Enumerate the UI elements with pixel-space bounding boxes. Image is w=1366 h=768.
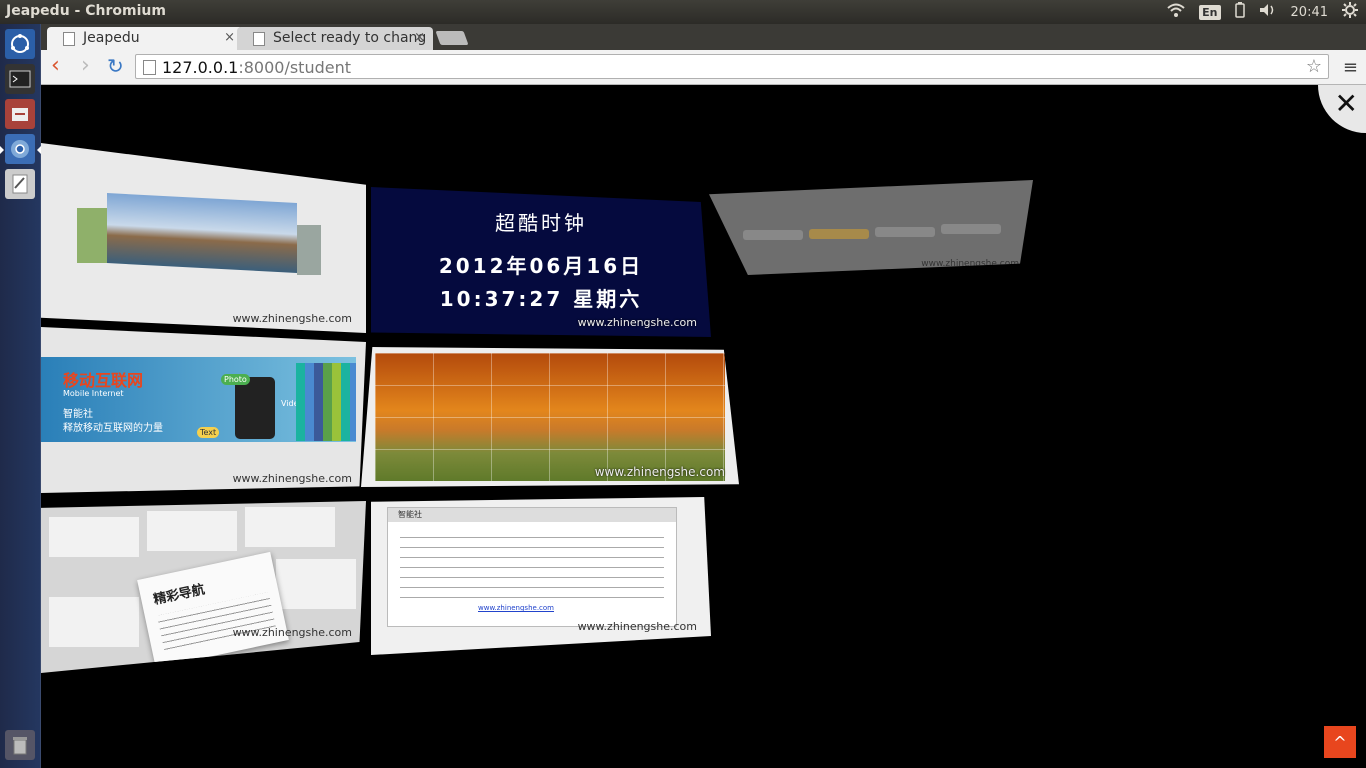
watermark: www.zhinengshe.com [921, 259, 1019, 269]
system-tray: En 20:41 [1167, 2, 1358, 22]
chromium-icon[interactable] [0, 134, 41, 164]
tab-jeapedu[interactable]: Jeapedu × [47, 27, 243, 50]
menu-item [743, 230, 803, 240]
mobile-subtitle: Mobile Internet [63, 389, 124, 398]
info-header: 智能社 [388, 508, 676, 522]
slider-thumb [297, 225, 321, 275]
info-text-lines [400, 528, 664, 606]
page-icon [143, 60, 156, 75]
scroll-to-top-button[interactable]: ^ [1324, 726, 1356, 758]
wifi-icon[interactable] [1167, 3, 1185, 21]
card-autumn-grid[interactable]: www.zhinengshe.com [361, 347, 739, 487]
watermark: www.zhinengshe.com [232, 626, 352, 639]
reload-icon[interactable]: ↻ [107, 55, 124, 77]
page-icon [253, 32, 265, 46]
address-bar[interactable]: 127.0.0.1:8000/student ☆ [135, 54, 1329, 79]
url-path: :8000/student [238, 58, 352, 77]
tab-close-icon[interactable]: × [224, 30, 235, 45]
text-editor-icon[interactable] [5, 169, 35, 199]
browser-toolbar: ‹ › ↻ 127.0.0.1:8000/student ☆ ≡ [41, 50, 1366, 85]
color-stripes [296, 363, 356, 441]
battery-icon[interactable] [1234, 2, 1245, 22]
slider-image [107, 193, 297, 273]
card-menu[interactable]: www.zhinengshe.com [709, 180, 1033, 275]
gallery-3d-stage: ✕ www.zhinengshe.com 超酷时钟 2012年06月16日 10… [41, 85, 1366, 768]
bookmark-star-icon[interactable]: ☆ [1306, 56, 1322, 77]
phone-image [235, 377, 275, 439]
watermark: www.zhinengshe.com [232, 312, 352, 325]
browser-chrome: Jeapedu × Select ready to chang × ‹ › ↻ … [41, 24, 1366, 85]
photo-bubble: Photo [221, 374, 250, 385]
settings-gear-icon[interactable] [1342, 2, 1358, 22]
tab-strip: Jeapedu × Select ready to chang × [41, 24, 1366, 50]
text-bubble: Text [197, 427, 220, 438]
watermark: www.zhinengshe.com [232, 472, 352, 485]
menu-item [875, 227, 935, 237]
volume-icon[interactable] [1259, 3, 1277, 21]
clock-title: 超酷时钟 [495, 211, 587, 235]
tab-label: Jeapedu [83, 30, 140, 46]
menu-item [809, 229, 869, 239]
text-tile [276, 559, 356, 609]
file-manager-icon[interactable] [5, 99, 35, 129]
text-tile [147, 511, 237, 551]
clock[interactable]: 20:41 [1291, 5, 1328, 20]
card-clock[interactable]: 超酷时钟 2012年06月16日 10:37:27 星期六 www.zhinen… [371, 187, 711, 337]
watermark: www.zhinengshe.com [577, 620, 697, 633]
menu-item [941, 224, 1001, 234]
info-link[interactable]: www.zhinengshe.com [478, 604, 554, 612]
tab-close-icon[interactable]: × [414, 30, 425, 45]
dash-home-icon[interactable] [5, 29, 35, 59]
window-title: Jeapedu - Chromium [6, 3, 166, 19]
system-top-bar: Jeapedu - Chromium En 20:41 [0, 0, 1366, 24]
keyboard-layout-indicator[interactable]: En [1199, 4, 1221, 20]
card-navigation[interactable]: 精彩导航 www.zhinengshe.com [41, 501, 366, 673]
info-dialog: 智能社 www.zhinengshe.com [387, 507, 677, 627]
clock-time: 10:37:27 星期六 [439, 287, 643, 311]
text-tile [49, 597, 139, 647]
tab-select-ready[interactable]: Select ready to chang × [237, 27, 433, 50]
unity-launcher [0, 24, 41, 768]
text-tile [49, 517, 139, 557]
menu-icon[interactable]: ≡ [1343, 57, 1358, 78]
mobile-slogan: 释放移动互联网的力量 [63, 423, 163, 434]
grid-overlay [375, 353, 725, 481]
back-icon[interactable]: ‹ [51, 55, 60, 77]
mobile-title: 移动互联网 [63, 371, 144, 390]
watermark: www.zhinengshe.com [577, 316, 697, 329]
tab-label: Select ready to chang [273, 30, 427, 46]
forward-icon[interactable]: › [81, 55, 90, 77]
close-gallery-button[interactable]: ✕ [1318, 85, 1366, 133]
terminal-icon[interactable] [5, 64, 35, 94]
nav-note: 精彩导航 [137, 551, 289, 669]
url-host: 127.0.0.1 [162, 58, 239, 77]
text-tile [245, 507, 335, 547]
page-icon [63, 32, 75, 46]
new-tab-button[interactable] [435, 31, 469, 45]
card-image-slider[interactable]: www.zhinengshe.com [41, 143, 366, 333]
clock-date: 2012年06月16日 [438, 254, 644, 278]
trash-icon[interactable] [5, 730, 35, 760]
mobile-brand: 智能社 [63, 409, 93, 420]
watermark: www.zhinengshe.com [594, 465, 725, 479]
card-mobile-internet[interactable]: 移动互联网 Mobile Internet 智能社 释放移动互联网的力量 Pho… [41, 327, 366, 493]
card-info-dialog[interactable]: 智能社 www.zhinengshe.com www.zhinengshe.co… [371, 497, 711, 655]
slider-thumb [77, 208, 107, 263]
